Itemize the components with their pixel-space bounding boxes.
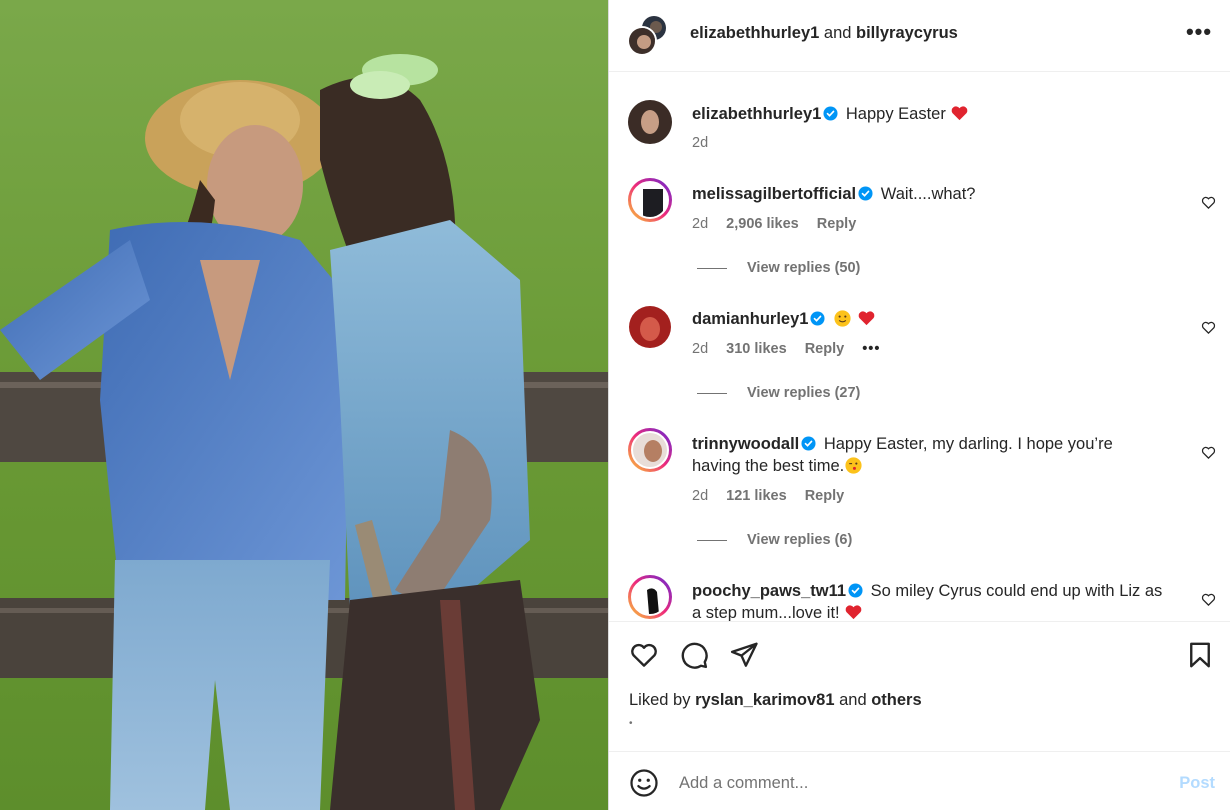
avatar[interactable] <box>628 178 672 222</box>
red-heart-emoji-icon <box>858 311 875 326</box>
view-replies-label: View replies (50) <box>747 260 861 276</box>
liked-by-prefix: Liked by <box>629 691 691 709</box>
comment-message-line1: So miley Cyrus could end up with Liz as <box>870 582 1163 600</box>
avatar[interactable] <box>628 100 672 144</box>
comment-meta: 2d 121 likes Reply <box>692 488 858 504</box>
author-link-2[interactable]: billyraycyrus <box>856 24 958 42</box>
verified-badge-icon <box>801 436 816 451</box>
post-author-names: elizabethhurley1 and billyraycyrus <box>690 24 958 43</box>
comment-likes[interactable]: 2,906 likes <box>726 216 799 232</box>
post-actions: Liked by ryslan_karimov81 and others • <box>609 621 1230 751</box>
verified-badge-icon <box>848 583 863 598</box>
post-header: elizabethhurley1 and billyraycyrus ••• <box>609 0 1230 72</box>
replies-line <box>697 267 727 269</box>
view-replies-label: View replies (27) <box>747 385 861 401</box>
replies-line <box>697 392 727 394</box>
avatar[interactable] <box>629 306 671 348</box>
comment-text: melissagilbertofficial Wait....what? <box>692 183 1182 205</box>
caption-username[interactable]: elizabethhurley1 <box>692 105 821 123</box>
liked-by-user[interactable]: ryslan_karimov81 <box>695 691 834 709</box>
like-comment-heart-icon[interactable] <box>1201 195 1216 210</box>
view-replies-label: View replies (6) <box>747 532 853 548</box>
comment-time[interactable]: 2d <box>692 216 708 232</box>
comment-meta: 2d 310 likes Reply ••• <box>692 341 894 357</box>
post-date-partial: • <box>629 718 633 729</box>
caption-meta: 2d <box>692 135 722 151</box>
reply-button[interactable]: Reply <box>805 488 845 504</box>
view-replies-button[interactable]: View replies (50) <box>697 260 860 276</box>
comment-input[interactable] <box>679 770 1139 796</box>
red-heart-emoji-icon <box>845 605 862 620</box>
comment-text: poochy_paws_tw11 So miley Cyrus could en… <box>692 580 1182 621</box>
comment-meta: 2d 2,906 likes Reply <box>692 216 870 232</box>
liked-by-and: and <box>839 691 867 709</box>
view-replies-button[interactable]: View replies (6) <box>697 532 852 548</box>
like-comment-heart-icon[interactable] <box>1201 445 1216 460</box>
comment-text: damianhurley1 <box>692 308 1182 330</box>
comment-time[interactable]: 2d <box>692 341 708 357</box>
view-replies-button[interactable]: View replies (27) <box>697 385 860 401</box>
comment-username[interactable]: trinnywoodall <box>692 435 799 453</box>
reply-button[interactable]: Reply <box>817 216 857 232</box>
caption-time[interactable]: 2d <box>692 135 708 151</box>
comment-message-line2: a step mum...love it! <box>692 604 840 621</box>
comment-message-line1: Happy Easter, my darling. I hope you’re <box>823 435 1113 453</box>
save-bookmark-icon[interactable] <box>1185 640 1215 670</box>
post-image <box>0 0 608 810</box>
like-heart-icon[interactable] <box>629 640 659 670</box>
post-side-panel: elizabethhurley1 and billyraycyrus ••• e… <box>608 0 1230 810</box>
liked-by-line: Liked by ryslan_karimov81 and others <box>629 691 922 710</box>
avatar-elizabethhurley1[interactable] <box>627 26 657 56</box>
reply-button[interactable]: Reply <box>805 341 845 357</box>
share-paper-plane-icon[interactable] <box>729 640 759 670</box>
comment-username[interactable]: poochy_paws_tw11 <box>692 582 846 600</box>
comment-more-icon[interactable]: ••• <box>862 341 880 357</box>
post-comment-button[interactable]: Post <box>1179 774 1215 793</box>
comment-bubble-icon[interactable] <box>679 640 709 670</box>
comment-username[interactable]: melissagilbertofficial <box>692 185 856 203</box>
red-heart-emoji-icon <box>952 106 968 121</box>
hugging-face-emoji-icon <box>834 310 851 327</box>
verified-badge-icon <box>858 186 873 201</box>
author-and: and <box>823 24 852 42</box>
comment-time[interactable]: 2d <box>692 488 708 504</box>
collab-avatars[interactable] <box>627 14 671 58</box>
post-photo[interactable] <box>0 0 608 810</box>
like-comment-heart-icon[interactable] <box>1201 592 1216 607</box>
replies-line <box>697 539 727 541</box>
liked-by-others[interactable]: others <box>871 691 921 709</box>
avatar[interactable] <box>628 575 672 619</box>
comments-list[interactable]: elizabethhurley1 Happy Easter 2d melissa… <box>609 73 1230 621</box>
avatar[interactable] <box>628 428 672 472</box>
comment-likes[interactable]: 121 likes <box>726 488 786 504</box>
like-comment-heart-icon[interactable] <box>1201 320 1216 335</box>
caption-message: Happy Easter <box>845 105 946 123</box>
verified-badge-icon <box>823 106 838 121</box>
more-options-icon[interactable]: ••• <box>1185 21 1213 46</box>
comment-message-line2: having the best time. <box>692 457 845 475</box>
comment-message: Wait....what? <box>880 185 976 203</box>
author-link-1[interactable]: elizabethhurley1 <box>690 24 819 42</box>
comment-username[interactable]: damianhurley1 <box>692 310 808 328</box>
comment-text: trinnywoodall Happy Easter, my darling. … <box>692 433 1182 477</box>
add-comment-bar: Post <box>609 751 1230 810</box>
caption-text: elizabethhurley1 Happy Easter <box>692 103 1182 125</box>
winking-kiss-emoji-icon <box>845 457 862 474</box>
comment-likes[interactable]: 310 likes <box>726 341 786 357</box>
emoji-picker-icon[interactable] <box>629 768 659 798</box>
verified-badge-icon <box>810 311 825 326</box>
